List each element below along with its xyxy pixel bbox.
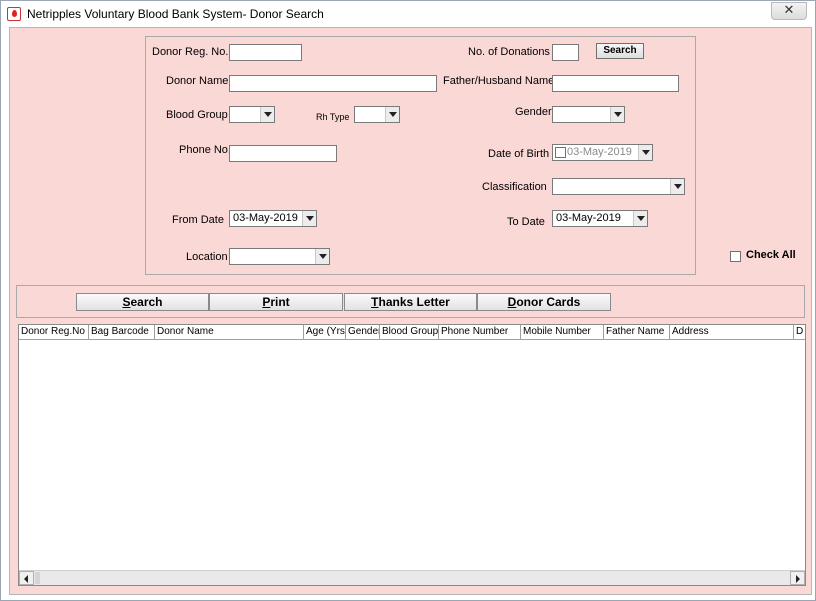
- app-window: Netripples Voluntary Blood Bank System- …: [0, 0, 816, 601]
- to-date-label: To Date: [507, 216, 545, 228]
- donor-name-label: Donor Name: [166, 75, 229, 87]
- chevron-down-icon[interactable]: [260, 107, 274, 122]
- from-date-picker[interactable]: 03-May-2019: [229, 210, 317, 227]
- scroll-thumb[interactable]: [35, 572, 40, 584]
- column-header[interactable]: Father Name: [604, 325, 670, 340]
- search-label-rest: earch: [130, 295, 163, 309]
- chevron-down-icon[interactable]: [670, 179, 684, 194]
- chevron-down-icon[interactable]: [610, 107, 624, 122]
- chevron-down-icon[interactable]: [633, 211, 647, 226]
- donor-cards-label-rest: onor Cards: [516, 295, 581, 309]
- scroll-left-icon[interactable]: [19, 571, 34, 585]
- grid-header: Donor Reg.No Bag Barcode Donor Name Age …: [19, 325, 805, 340]
- title-bar[interactable]: Netripples Voluntary Blood Bank System- …: [1, 1, 815, 27]
- print-button[interactable]: Print: [209, 293, 343, 311]
- classification-select[interactable]: [552, 178, 685, 195]
- blood-drop-icon: [7, 7, 21, 21]
- scroll-right-icon[interactable]: [790, 571, 805, 585]
- to-date-value: 03-May-2019: [556, 212, 621, 224]
- from-date-label: From Date: [172, 214, 224, 226]
- thanks-letter-button[interactable]: Thanks Letter: [344, 293, 477, 311]
- horizontal-scrollbar[interactable]: [19, 570, 805, 585]
- blood-group-label: Blood Group: [166, 109, 228, 121]
- date-of-birth-picker[interactable]: 03-May-2019: [552, 144, 653, 161]
- date-of-birth-label: Date of Birth: [488, 148, 550, 160]
- chevron-down-icon[interactable]: [315, 249, 329, 264]
- chevron-down-icon[interactable]: [302, 211, 316, 226]
- rh-type-label: Rh Type: [316, 112, 350, 122]
- from-date-value: 03-May-2019: [233, 212, 298, 224]
- search-donations-button[interactable]: Search: [596, 43, 644, 59]
- phone-no-label: Phone No.: [179, 144, 231, 156]
- classification-label: Classification: [482, 181, 547, 193]
- action-panel: Search Print Thanks Letter Donor Cards: [16, 285, 805, 318]
- blood-group-select[interactable]: [229, 106, 275, 123]
- column-header[interactable]: Mobile Number: [521, 325, 604, 340]
- phone-no-input[interactable]: [229, 145, 337, 162]
- client-area: Donor Reg. No. No. of Donations Search D…: [9, 27, 812, 595]
- column-header[interactable]: Address: [670, 325, 794, 340]
- no-of-donations-label: No. of Donations: [468, 46, 550, 58]
- donor-results-grid[interactable]: Donor Reg.No Bag Barcode Donor Name Age …: [18, 324, 806, 586]
- date-of-birth-value: 03-May-2019: [567, 146, 632, 158]
- gender-select[interactable]: [552, 106, 625, 123]
- column-header[interactable]: Bag Barcode: [89, 325, 155, 340]
- column-header[interactable]: Donor Reg.No: [19, 325, 89, 340]
- date-of-birth-checkbox[interactable]: [555, 147, 566, 158]
- father-husband-label: Father/Husband Name: [443, 75, 555, 87]
- column-header[interactable]: Blood Group: [380, 325, 439, 340]
- check-all-label[interactable]: Check All: [746, 249, 796, 261]
- column-header[interactable]: D: [794, 325, 805, 340]
- donor-reg-no-label: Donor Reg. No.: [152, 46, 229, 58]
- print-label-rest: rint: [270, 295, 290, 309]
- chevron-down-icon[interactable]: [638, 145, 652, 160]
- search-button[interactable]: Search: [76, 293, 209, 311]
- thanks-label-rest: hanks Letter: [378, 295, 450, 309]
- close-button[interactable]: ✕: [771, 2, 807, 20]
- check-all-checkbox[interactable]: [730, 251, 741, 262]
- column-header[interactable]: Gender: [346, 325, 380, 340]
- donor-cards-button[interactable]: Donor Cards: [477, 293, 611, 311]
- column-header[interactable]: Age (Yrs): [304, 325, 346, 340]
- search-criteria-panel: Donor Reg. No. No. of Donations Search D…: [145, 36, 696, 275]
- to-date-picker[interactable]: 03-May-2019: [552, 210, 648, 227]
- father-husband-input[interactable]: [552, 75, 679, 92]
- location-label: Location: [186, 251, 228, 263]
- column-header[interactable]: Phone Number: [439, 325, 521, 340]
- rh-type-select[interactable]: [354, 106, 400, 123]
- chevron-down-icon[interactable]: [385, 107, 399, 122]
- location-select[interactable]: [229, 248, 330, 265]
- gender-label: Gender: [515, 106, 552, 118]
- no-of-donations-input[interactable]: [552, 44, 579, 61]
- donor-name-input[interactable]: [229, 75, 437, 92]
- column-header[interactable]: Donor Name: [155, 325, 304, 340]
- donor-reg-no-input[interactable]: [229, 44, 302, 61]
- window-title: Netripples Voluntary Blood Bank System- …: [27, 7, 324, 21]
